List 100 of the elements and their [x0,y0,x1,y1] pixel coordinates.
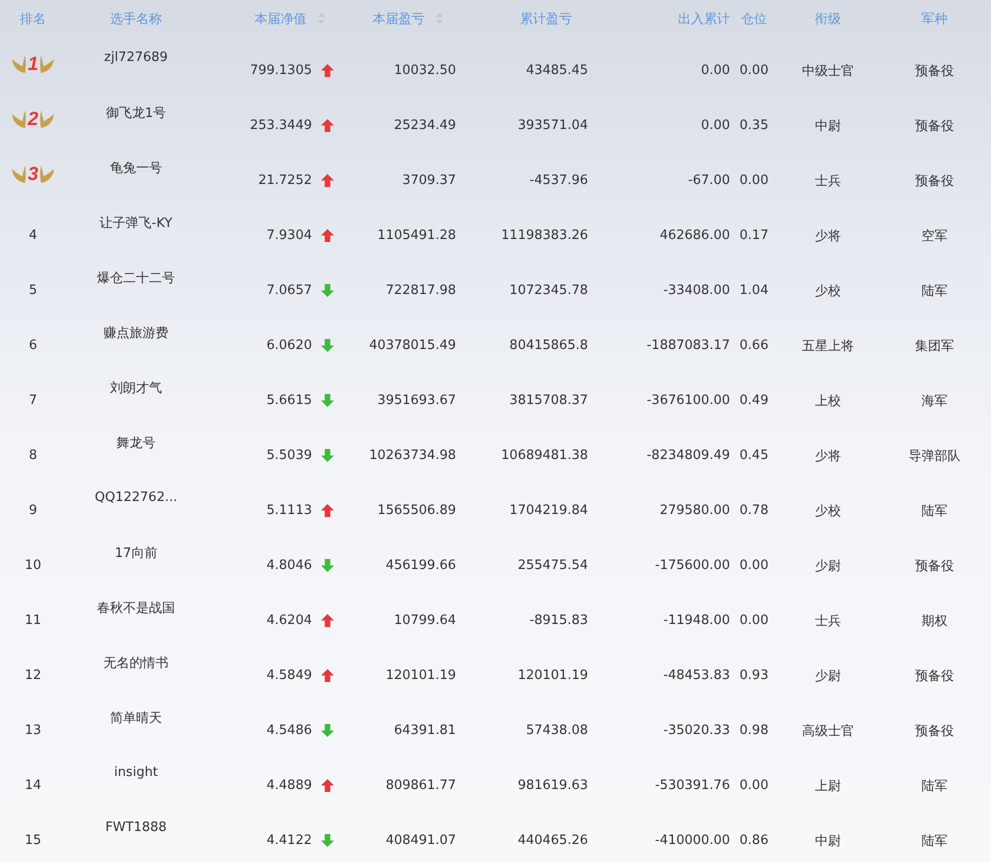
column-header: 出入累计 [678,10,730,28]
rank-number: 5 [28,282,38,298]
rank-title: 少尉 [815,558,841,574]
player-name: 无名的情书 [104,654,168,672]
flow-total: -35020.33 [663,723,730,738]
branch-name: 陆军 [922,282,948,300]
cumulative-profit: 1072345.78 [509,283,588,298]
rank-title: 中尉 [815,118,841,134]
cumulative-profit: 80415865.8 [509,338,588,353]
player-name: 刘朗才气 [110,380,162,396]
cumulative-profit: 440465.26 [518,833,588,848]
position-value: 0.35 [740,118,768,133]
rank-title: 少校 [815,282,841,300]
profit-value: 10032.50 [394,63,456,78]
net-value: 4.6204 [266,613,312,628]
player-name: 舞龙号 [116,434,156,452]
cumulative-profit: 393571.04 [518,118,588,133]
branch-name: 集团军 [915,338,954,354]
rank-title: 高级士官 [802,722,854,740]
position-value: 0.00 [740,173,768,188]
cumulative-profit: 43485.45 [526,63,588,78]
column-header[interactable]: 本届净值 [254,10,326,28]
cumulative-profit: 255475.54 [518,558,588,573]
flow-total: 0.00 [701,118,730,133]
position-value: 0.00 [740,63,768,78]
rank-number: 9 [28,502,38,518]
branch-name: 陆军 [922,502,948,520]
rank-number: 12 [24,667,42,683]
cumulative-profit: 981619.63 [518,778,588,793]
rank-number: 7 [28,392,38,408]
rank-title: 少将 [815,448,841,464]
player-name: 让子弹飞-KY [100,214,172,232]
player-name: FWT1888 [105,820,167,835]
net-value: 6.0620 [266,338,312,353]
player-name: 春秋不是战国 [97,600,175,616]
rank-number: 14 [24,777,42,793]
profit-value: 456199.66 [386,558,456,573]
player-name: zjl727689 [104,50,168,65]
rank-title: 士兵 [815,612,841,630]
position-value: 0.00 [740,613,768,628]
rank-number: 2 [28,108,38,130]
net-value: 4.5849 [266,668,312,683]
column-header: 军种 [922,10,948,28]
rank-title: 少将 [815,228,841,244]
player-name: 御飞龙1号 [106,104,166,122]
rank-title: 少校 [815,502,841,520]
rank-number: 13 [24,722,42,738]
rank-title: 上尉 [815,778,841,794]
profit-value: 25234.49 [394,118,456,133]
net-value: 4.4889 [266,778,312,793]
player-name: 简单晴天 [110,710,162,726]
branch-name: 陆军 [922,778,948,794]
flow-total: -530391.76 [655,778,730,793]
flow-total: -1887083.17 [646,338,730,353]
position-value: 0.86 [740,833,768,848]
laurel-icon [40,164,56,185]
profit-value: 1565506.89 [377,503,456,518]
net-value: 7.0657 [266,283,312,298]
player-name: 爆仓二十二号 [97,270,175,286]
profit-value: 3709.37 [402,173,456,188]
rank-title: 士兵 [815,172,841,190]
position-value: 0.00 [740,778,768,793]
flow-total: -8234809.49 [646,448,730,463]
player-name: 赚点旅游费 [104,324,168,342]
laurel-icon [10,164,26,185]
flow-total: 0.00 [701,63,730,78]
rank-title: 少尉 [815,668,841,684]
net-value: 21.7252 [258,173,312,188]
position-value: 1.04 [740,283,768,298]
laurel-icon [40,109,56,130]
branch-name: 预备役 [915,668,954,684]
position-value: 0.66 [740,338,768,353]
position-value: 0.17 [740,228,768,243]
profit-value: 722817.98 [386,283,456,298]
column-header[interactable]: 本届盈亏 [372,10,444,28]
laurel-icon [10,54,26,75]
cumulative-profit: 1704219.84 [509,503,588,518]
net-value: 5.1113 [266,503,312,518]
branch-name: 陆军 [922,832,948,850]
cumulative-profit: -8915.83 [530,613,588,628]
column-header: 选手名称 [110,10,162,28]
branch-name: 预备役 [915,62,954,80]
profit-value: 10799.64 [394,613,456,628]
rank-number: 15 [24,832,42,848]
cumulative-profit: 57438.08 [526,723,588,738]
rank-number: 4 [28,227,38,243]
net-value: 7.9304 [266,228,312,243]
column-header: 排名 [20,10,46,28]
flow-total: -410000.00 [655,833,730,848]
net-value: 253.3449 [250,118,312,133]
flow-total: 462686.00 [660,228,730,243]
net-value: 799.1305 [250,63,312,78]
branch-name: 预备役 [915,558,954,574]
branch-name: 预备役 [915,118,954,134]
branch-name: 导弹部队 [908,448,960,464]
branch-name: 空军 [922,228,948,244]
rank-number: 3 [28,164,38,186]
profit-value: 3951693.67 [377,393,456,408]
flow-total: -3676100.00 [646,393,730,408]
net-value: 5.5039 [266,448,312,463]
